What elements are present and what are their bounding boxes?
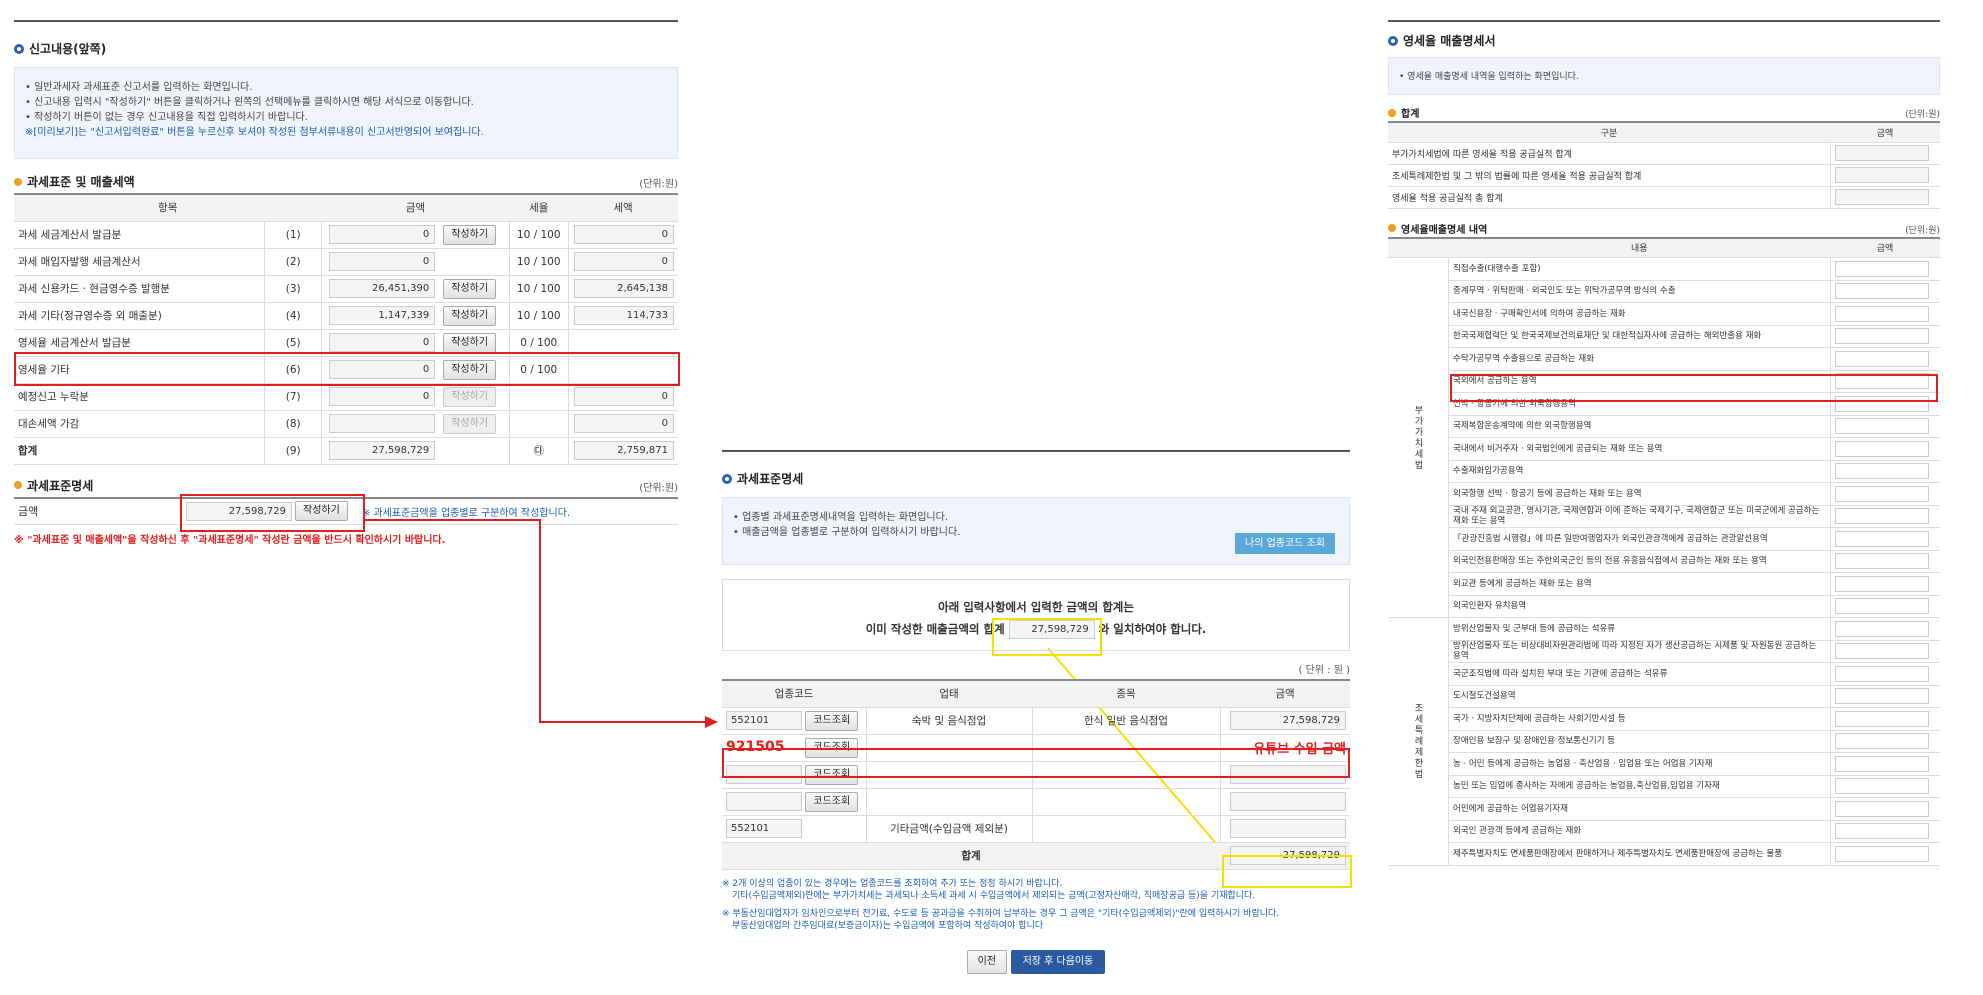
- detail-row: 외국인 관광객 등에게 공급하는 재화: [1388, 820, 1940, 843]
- code-lookup-button[interactable]: 코드조회: [805, 710, 859, 731]
- detail-row: 내국신용장 · 구매확인서에 의하여 공급하는 재화: [1388, 302, 1940, 326]
- sum-row: 부가가치세법에 따른 영세율 적용 공급실적 합계: [1388, 142, 1940, 165]
- detail-row: 농 · 어민 등에게 공급하는 농업용 · 축산업용 · 임업용 또는 어업용 …: [1388, 752, 1940, 776]
- section-bullet-icon: [1388, 35, 1398, 46]
- industry-amount-field[interactable]: [1230, 792, 1346, 811]
- detail-amount-field[interactable]: [1834, 260, 1929, 277]
- detail-amount-field[interactable]: [1834, 800, 1929, 817]
- detail-row: 외교관 등에게 공급하는 재화 또는 용역: [1388, 572, 1940, 596]
- detail-amount-field[interactable]: [1834, 463, 1929, 480]
- detail-amount-field[interactable]: [1834, 688, 1929, 705]
- detail-amount-field[interactable]: [1834, 778, 1929, 795]
- detail-row: 외국항행 선박 · 항공기 등에 공급하는 재화 또는 용역: [1388, 482, 1940, 506]
- highlight-youtube-row: [722, 748, 1350, 778]
- section-bullet-icon: [722, 473, 732, 484]
- right-info-box: • 영세율 매출명세 내역을 입력하는 화면입니다.: [1388, 57, 1940, 95]
- detail-amount-field[interactable]: [1834, 710, 1929, 727]
- detail-row: 농민 또는 임업에 종사하는 자에게 공급하는 농업용,축산업용,임업용 기자재: [1388, 775, 1940, 798]
- detail-amount-field[interactable]: [1834, 350, 1929, 367]
- detail-amount-field[interactable]: [1834, 553, 1929, 570]
- detail-amount-field[interactable]: [1834, 305, 1929, 322]
- industry-row: 552101 코드조회 숙박 및 음식점업 한식 일반 음식점업 27,598,…: [722, 707, 1350, 735]
- detail-amount-field[interactable]: [1834, 530, 1929, 547]
- detail-amount-field[interactable]: [1834, 733, 1929, 750]
- sum-amount-field[interactable]: [1834, 167, 1929, 183]
- detail-amount-field[interactable]: [1834, 418, 1929, 435]
- detail-amount-field[interactable]: [1834, 440, 1929, 457]
- detail-amount-field[interactable]: [1834, 620, 1929, 637]
- section-bullet-icon: [1388, 108, 1396, 117]
- detail-row: 어민에게 공급하는 어업용기자재: [1388, 797, 1940, 821]
- detail-row: 조세특례제한법 방위산업물자 및 군부대 등에 공급하는 석유류: [1388, 617, 1940, 866]
- industry-code-field[interactable]: 552101: [726, 711, 802, 730]
- detail-row: 외국인환자 유치용역: [1388, 595, 1940, 618]
- industry-amount-field[interactable]: [1230, 819, 1346, 838]
- detail-row: 국군조직법에 따라 설치된 부대 또는 기관에 공급하는 석유류: [1388, 662, 1940, 686]
- code-lookup-button[interactable]: 코드조회: [805, 791, 859, 812]
- detail-amount-field[interactable]: [1834, 328, 1929, 345]
- action-buttons: 이전 저장 후 다음이동: [722, 949, 1350, 974]
- section-title-sum: 합계 (단위:원): [1388, 105, 1940, 121]
- middle-panel: 과세표준명세 • 업종별 과세표준명세내역을 입력하는 화면입니다. • 매출금…: [722, 450, 1350, 990]
- industry-code-lookup-button[interactable]: 나의 업종코드 조회: [1235, 533, 1335, 554]
- detail-amount-field[interactable]: [1834, 845, 1929, 862]
- detail-row: 국내 주재 외교공관, 영사기관, 국제연합과 이에 준하는 국제기구, 국제연…: [1388, 505, 1940, 528]
- detail-row: 국가 · 지방자치단체에 공급하는 사회기반시설 등: [1388, 707, 1940, 731]
- sum-row: 영세율 적용 공급실적 총 합계: [1388, 186, 1940, 209]
- industry-code-field[interactable]: 552101: [726, 819, 802, 838]
- highlight-overseas-service: [1450, 374, 1938, 402]
- section-bullet-icon: [1388, 224, 1396, 232]
- detail-row: 수탁가공무역 수출용으로 공급하는 재화: [1388, 347, 1940, 371]
- sum-amount-field[interactable]: [1834, 145, 1929, 161]
- detail-amount-field[interactable]: [1834, 575, 1929, 592]
- section-title-tax-spec-detail: 과세표준명세: [722, 470, 1350, 487]
- industry-code-field[interactable]: [726, 792, 802, 811]
- section-title-zero-rate: 영세율 매출명세서: [1388, 32, 1940, 49]
- detail-row: 중계무역 · 위탁판매 · 외국인도 또는 위탁가공무역 방식의 수출: [1388, 280, 1940, 303]
- detail-amount-field[interactable]: [1834, 823, 1929, 840]
- detail-row: 국제복합운송계약에 의한 외국항행용역: [1388, 415, 1940, 438]
- detail-amount-field[interactable]: [1834, 665, 1929, 682]
- detail-row: 국내에서 비거주자 · 외국법인에게 공급되는 재화 또는 용역: [1388, 437, 1940, 461]
- zero-rate-sum-table: 구분 금액 부가가치세법에 따른 영세율 적용 공급실적 합계 조세특례제한법 …: [1388, 121, 1940, 209]
- section-title-detail: 영세율매출명세 내역 (단위:원): [1388, 221, 1940, 237]
- industry-row: 552101 기타금액(수입금액 제외분): [722, 815, 1350, 843]
- detail-group-label: 조세특례제한법: [1388, 617, 1449, 866]
- middle-info-box: • 업종별 과세표준명세내역을 입력하는 화면입니다. • 매출금액을 업종별로…: [722, 497, 1350, 565]
- detail-amount-field[interactable]: [1834, 508, 1929, 525]
- sum-amount-field[interactable]: [1834, 189, 1929, 205]
- detail-row: 외국인전용판매장 또는 주한외국군인 등의 전용 유흥음식점에서 공급하는 재화…: [1388, 550, 1940, 573]
- right-panel: 영세율 매출명세서 • 영세율 매출명세 내역을 입력하는 화면입니다. 합계 …: [1388, 20, 1940, 890]
- detail-row: 수출재화임가공용역: [1388, 460, 1940, 483]
- detail-amount-field[interactable]: [1834, 598, 1929, 615]
- detail-row: 제주특별자치도 면세품판매장에서 판매하거나 제주특별자치도 면세품판매장에 공…: [1388, 842, 1940, 866]
- highlight-total-amount: [1222, 855, 1352, 888]
- industry-row: 코드조회: [722, 788, 1350, 816]
- prev-button[interactable]: 이전: [966, 949, 1008, 974]
- detail-row: 방위산업물자 또는 비상대비자원관리법에 따라 지정된 자가 생산공급하는 시제…: [1388, 640, 1940, 663]
- detail-group-label: 부가가치세법: [1388, 257, 1449, 618]
- detail-row: 부가가치세법 직접수출(대행수출 포함): [1388, 257, 1940, 618]
- detail-row: 도시철도건설용역: [1388, 685, 1940, 708]
- save-next-button[interactable]: 저장 후 다음이동: [1010, 949, 1106, 974]
- industry-amount-field[interactable]: 27,598,729: [1230, 711, 1346, 730]
- detail-amount-field[interactable]: [1834, 643, 1929, 660]
- detail-row: 한국국제협력단 및 한국국제보건의료재단 및 대한적십자사에 공급하는 해외반출…: [1388, 325, 1940, 348]
- sum-row: 조세특례제한법 및 그 밖의 법률에 따른 영세율 적용 공급실적 합계: [1388, 164, 1940, 187]
- detail-amount-field[interactable]: [1834, 283, 1929, 300]
- highlight-notice-amount: [992, 618, 1102, 656]
- detail-amount-field[interactable]: [1834, 755, 1929, 772]
- detail-amount-field[interactable]: [1834, 485, 1929, 502]
- detail-row: 「관광진흥법 시행령」에 따른 일반여행업자가 외국인관광객에게 공급하는 관광…: [1388, 527, 1940, 551]
- zero-rate-detail-table: 내용 금액 부가가치세법 직접수출(대행수출 포함) 중계무역 · 위탁판매 · …: [1388, 236, 1940, 866]
- detail-row: 장애인용 보장구 및 장애인용 정보통신기기 등: [1388, 730, 1940, 753]
